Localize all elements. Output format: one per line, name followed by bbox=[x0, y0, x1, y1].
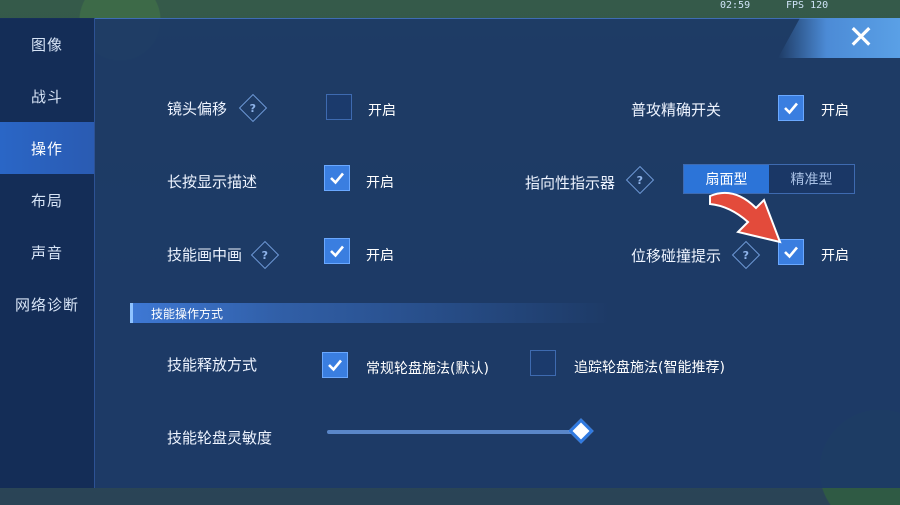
sidebar-item-controls[interactable]: 操作 bbox=[0, 122, 94, 174]
check-icon bbox=[784, 102, 798, 115]
settings-panel bbox=[0, 18, 900, 488]
skill-release-tracking-checkbox[interactable] bbox=[530, 350, 556, 376]
check-icon bbox=[328, 359, 342, 372]
check-icon bbox=[330, 245, 344, 258]
long-press-desc-label: 长按显示描述 bbox=[167, 173, 258, 191]
directional-indicator-label: 指向性指示器 bbox=[525, 174, 616, 192]
sensitivity-label: 技能轮盘灵敏度 bbox=[167, 429, 273, 447]
sidebar-item-combat[interactable]: 战斗 bbox=[0, 70, 94, 122]
sensitivity-slider[interactable] bbox=[327, 430, 582, 434]
skill-release-label: 技能释放方式 bbox=[167, 356, 258, 374]
sidebar-item-graphics[interactable]: 图像 bbox=[0, 18, 94, 70]
sidebar-item-label: 布局 bbox=[30, 191, 63, 210]
hud-fps: FPS 120 bbox=[786, 0, 829, 11]
sidebar-item-layout[interactable]: 布局 bbox=[0, 174, 94, 226]
sidebar-item-sound[interactable]: 声音 bbox=[0, 226, 94, 278]
camera-offset-option: 开启 bbox=[368, 103, 396, 119]
sidebar-item-label: 战斗 bbox=[30, 87, 63, 106]
precise-attack-checkbox[interactable] bbox=[778, 95, 804, 121]
precise-attack-option: 开启 bbox=[821, 103, 849, 119]
section-title: 技能操作方式 bbox=[151, 307, 224, 321]
check-icon bbox=[330, 172, 344, 185]
skill-release-default-text: 常规轮盘施法(默认) bbox=[366, 361, 489, 377]
close-button[interactable]: ✕ bbox=[844, 20, 878, 54]
section-header: 技能操作方式 bbox=[130, 303, 610, 323]
precise-attack-label: 普攻精确开关 bbox=[631, 101, 722, 119]
red-arrow-icon bbox=[709, 192, 782, 244]
camera-offset-checkbox[interactable] bbox=[326, 94, 352, 120]
settings-sidebar: 图像 战斗 操作 布局 声音 网络诊断 bbox=[0, 18, 95, 488]
top-hud: 02:59 FPS 120 bbox=[0, 0, 900, 16]
skill-release-default-checkbox[interactable] bbox=[322, 352, 348, 378]
sidebar-item-label: 网络诊断 bbox=[14, 295, 79, 314]
sidebar-item-label: 声音 bbox=[30, 243, 63, 262]
long-press-desc-option: 开启 bbox=[366, 175, 394, 191]
sidebar-item-label: 图像 bbox=[30, 35, 63, 54]
displacement-hint-option: 开启 bbox=[821, 248, 849, 264]
skill-pip-label: 技能画中画 bbox=[167, 246, 243, 264]
sidebar-item-network[interactable]: 网络诊断 bbox=[0, 278, 94, 330]
hud-time: 02:59 bbox=[720, 0, 751, 11]
skill-release-tracking-text: 追踪轮盘施法(智能推荐) bbox=[574, 360, 725, 376]
skill-pip-checkbox[interactable] bbox=[324, 238, 350, 264]
sidebar-item-label: 操作 bbox=[30, 139, 63, 158]
skill-pip-option: 开启 bbox=[366, 248, 394, 264]
long-press-desc-checkbox[interactable] bbox=[324, 165, 350, 191]
camera-offset-label: 镜头偏移 bbox=[167, 100, 228, 118]
